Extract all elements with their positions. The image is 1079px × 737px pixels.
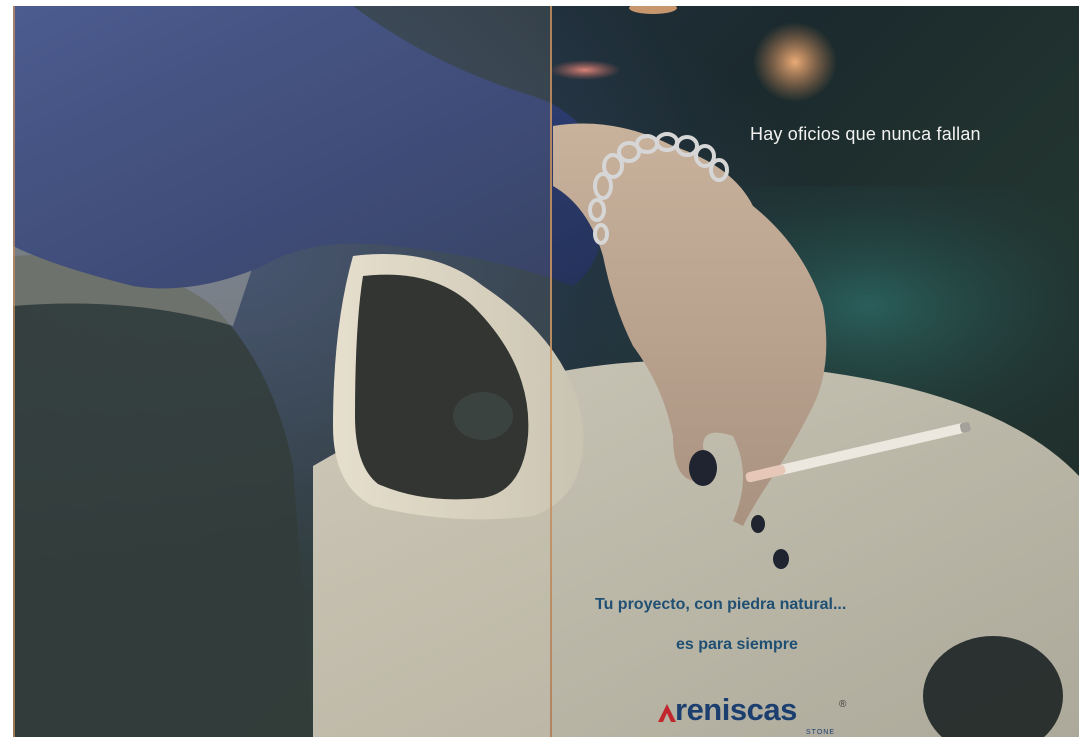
photo-illustration [13, 6, 1079, 737]
registered-mark: ® [839, 699, 847, 710]
brand-wordmark: reniscas [675, 692, 797, 727]
ad-tagline-line1: Tu proyecto, con piedra natural... [595, 596, 847, 613]
page-edge [13, 6, 15, 737]
magazine-spread: Hay oficios que nunca fallan Tu proyecto… [13, 6, 1079, 737]
spread-spine [550, 6, 552, 737]
brand-subline: STONE [806, 729, 835, 736]
ad-headline: Hay oficios que nunca fallan [750, 124, 981, 144]
ad-tagline-line2: es para siempre [676, 636, 798, 653]
brand-logo: reniscas ® STONE [656, 692, 856, 737]
